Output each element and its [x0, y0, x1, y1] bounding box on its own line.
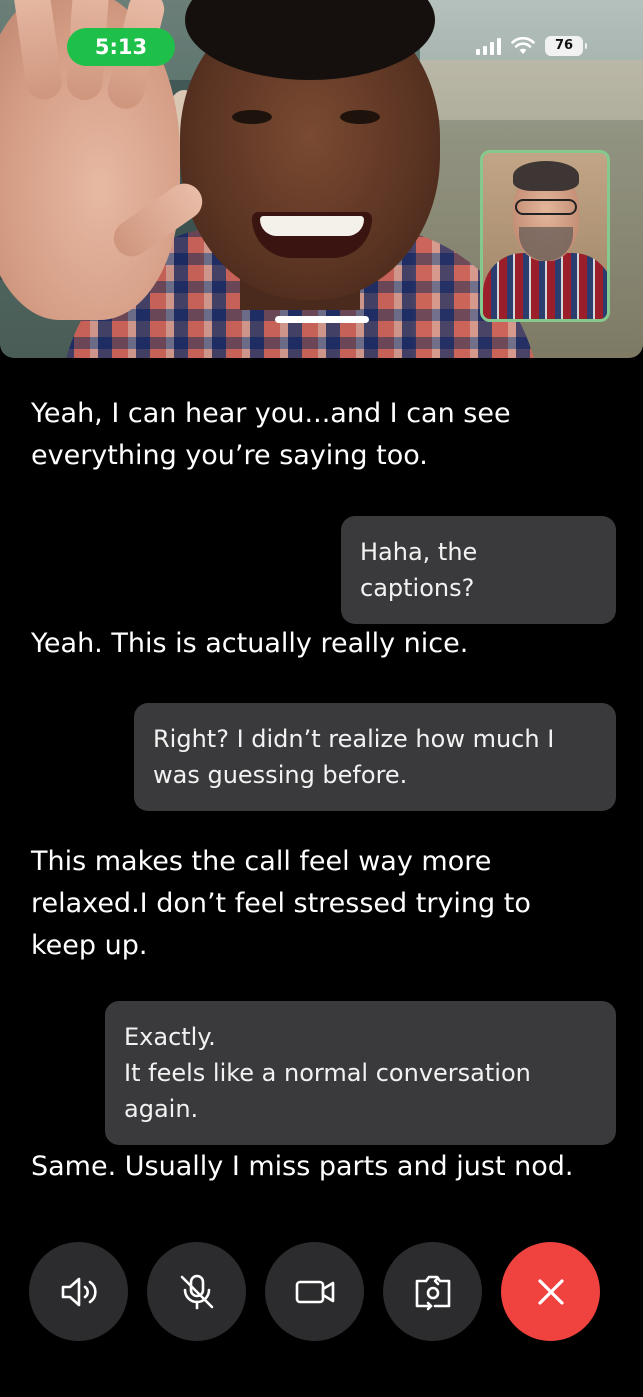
flip-camera-button[interactable]: [383, 1242, 482, 1341]
caption-remote: Yeah. This is actually really nice.: [31, 628, 469, 659]
glasses: [515, 199, 577, 215]
remote-eye-right: [340, 110, 380, 124]
flip-camera-icon: [415, 1275, 450, 1310]
remote-video[interactable]: 5:13 76: [0, 0, 643, 358]
speaker-button[interactable]: [29, 1242, 128, 1341]
video-toggle-button[interactable]: [265, 1242, 364, 1341]
caption-remote: This makes the call feel way more relaxe…: [31, 846, 531, 961]
wifi-icon: [511, 37, 535, 54]
caption-remote: Same. Usually I miss parts and just nod.: [31, 1151, 574, 1182]
end-call-button[interactable]: [501, 1242, 600, 1341]
home-indicator[interactable]: [275, 316, 369, 323]
call-controls: [29, 1242, 600, 1341]
mute-mic-icon: [180, 1274, 213, 1309]
signal-icon: [476, 37, 501, 55]
remote-eye-left: [232, 110, 272, 124]
self-view-pip[interactable]: [480, 150, 610, 322]
remote-smile: [252, 212, 372, 258]
battery-icon: 76: [545, 36, 587, 56]
speaker-icon: [61, 1277, 97, 1306]
status-time: 5:13: [67, 28, 175, 66]
end-call-icon: [537, 1278, 564, 1305]
caption-self-bubble: Exactly. It feels like a normal conversa…: [105, 1001, 616, 1145]
status-icons: 76: [476, 36, 587, 56]
caption-remote: Yeah, I can hear you...and I can see eve…: [31, 398, 511, 471]
caption-self-bubble: Right? I didn’t realize how much I was g…: [134, 703, 616, 811]
caption-self-bubble: Haha, the captions?: [341, 516, 616, 624]
mute-button[interactable]: [147, 1242, 246, 1341]
video-camera-icon: [295, 1280, 334, 1303]
